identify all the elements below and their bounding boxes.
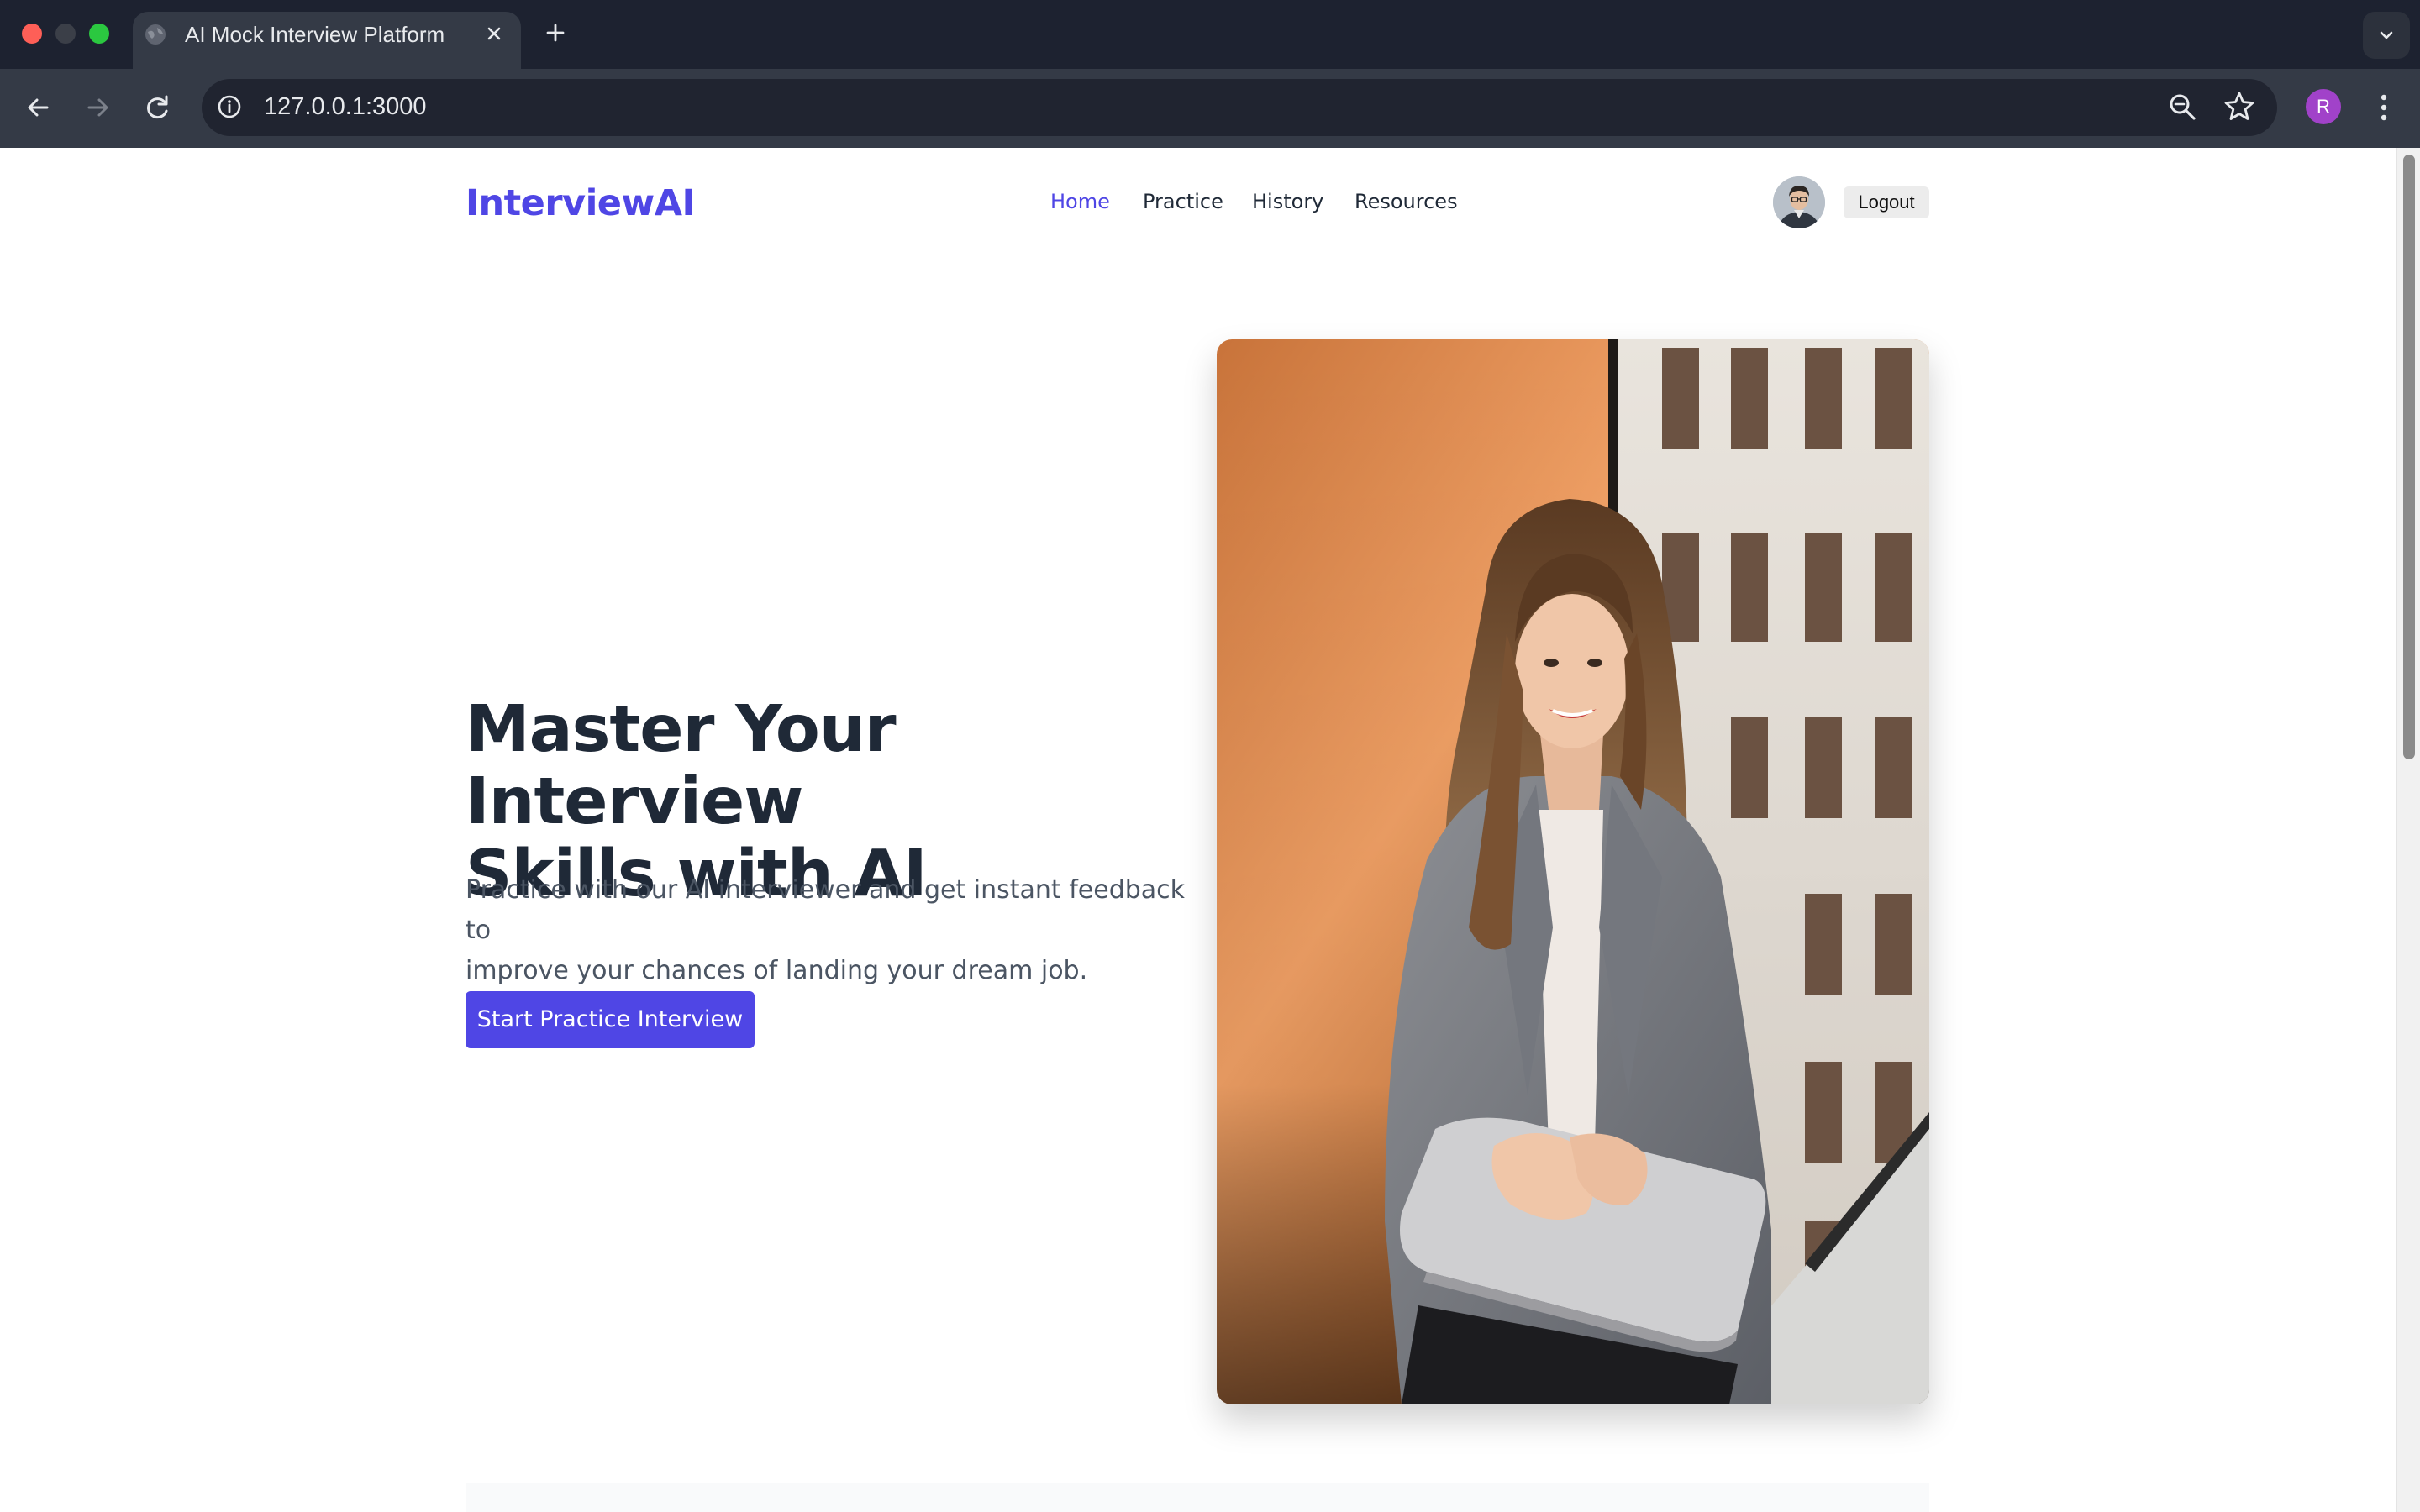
scrollbar-thumb[interactable]	[2403, 155, 2415, 759]
tab-search-button[interactable]	[2363, 12, 2410, 59]
window-close-button[interactable]	[22, 24, 42, 44]
star-icon[interactable]	[2222, 89, 2257, 124]
hero-photo-woman-with-laptop	[1217, 339, 1929, 1404]
page-viewport: InterviewAI Home Practice History Resour…	[0, 148, 2396, 1512]
start-practice-interview-button[interactable]: Start Practice Interview	[466, 991, 755, 1048]
hero-title-line-1: Master Your Interview	[466, 692, 897, 839]
close-icon[interactable]	[482, 22, 506, 45]
profile-avatar-button[interactable]: R	[2306, 89, 2341, 124]
tab-title: AI Mock Interview Platform	[185, 22, 445, 47]
page-scrollbar[interactable]	[2396, 148, 2420, 1512]
chevron-down-icon	[2380, 31, 2393, 39]
next-section-preview	[466, 1483, 1929, 1512]
plus-icon[interactable]	[543, 20, 568, 45]
zoom-icon[interactable]	[2166, 91, 2200, 124]
window-minimize-button[interactable]	[55, 24, 76, 44]
hero-subtitle: Practice with our AI interviewer and get…	[466, 870, 1188, 991]
reload-icon[interactable]	[139, 89, 176, 126]
hero-image	[1217, 339, 1929, 1404]
logout-button[interactable]: Logout	[1844, 186, 1929, 218]
forward-arrow-icon[interactable]	[79, 89, 116, 126]
user-avatar[interactable]	[1773, 176, 1825, 228]
nav-link-history[interactable]: History	[1252, 188, 1323, 215]
hero-subtitle-line-1: Practice with our AI interviewer and get…	[466, 875, 1186, 945]
nav-link-home[interactable]: Home	[1050, 188, 1110, 215]
url-text[interactable]: 127.0.0.1:3000	[264, 91, 427, 123]
hero-subtitle-line-2: improve your chances of landing your dre…	[466, 956, 1088, 985]
kebab-menu-icon[interactable]	[2371, 89, 2396, 126]
address-bar[interactable]	[202, 79, 2277, 136]
site-logo[interactable]: InterviewAI	[466, 178, 695, 228]
info-icon[interactable]	[215, 92, 244, 121]
window-maximize-button[interactable]	[89, 24, 109, 44]
nav-link-practice[interactable]: Practice	[1143, 188, 1223, 215]
user-avatar-image	[1773, 176, 1825, 228]
back-arrow-icon[interactable]	[20, 89, 57, 126]
globe-icon	[145, 24, 166, 45]
nav-link-resources[interactable]: Resources	[1355, 188, 1458, 215]
